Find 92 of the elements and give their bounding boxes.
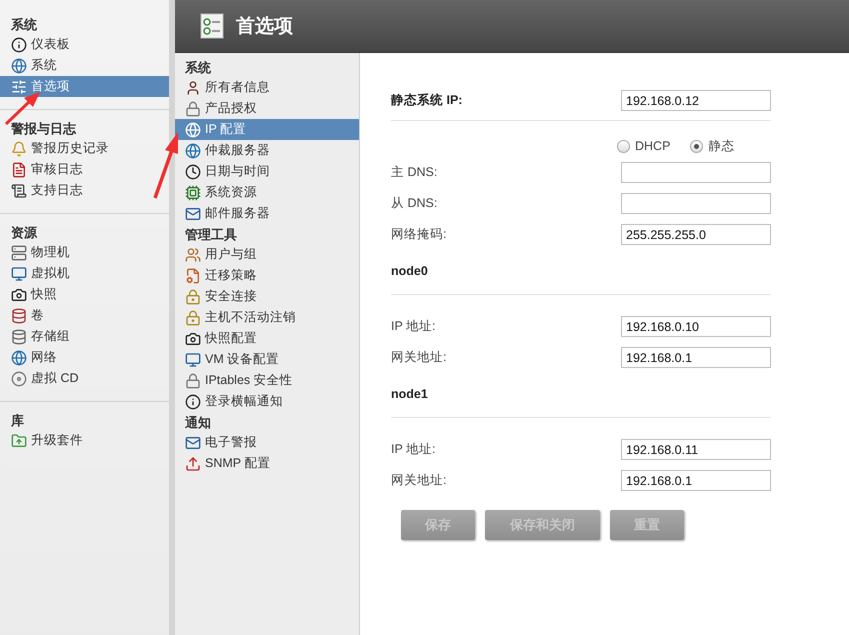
menu-item[interactable]: IPtables 安全性	[175, 370, 359, 391]
menu-item[interactable]: 邮件服务器	[175, 203, 359, 224]
menu-item[interactable]: 系统资源	[175, 182, 359, 203]
menu-item[interactable]: 仲裁服务器	[175, 140, 359, 161]
field-label: 主 DNS:	[391, 164, 438, 181]
info-icon	[185, 394, 201, 410]
section-heading: 库	[10, 412, 25, 430]
menu-item[interactable]: 快照	[0, 284, 169, 305]
bell-icon	[11, 140, 27, 156]
annotation-arrow	[153, 132, 178, 199]
storage-icon	[11, 328, 27, 344]
server-icon	[11, 244, 27, 260]
section-heading: 资源	[10, 224, 38, 242]
field-label: 网关地址:	[391, 472, 446, 489]
menu-item[interactable]: 存储组	[0, 326, 169, 347]
input-field[interactable]: 192.168.0.1	[621, 470, 771, 491]
menu-item[interactable]: 警报历史记录	[0, 138, 169, 159]
menu-item[interactable]: 首选项	[0, 76, 169, 97]
menu-item[interactable]: 日期与时间	[175, 161, 359, 182]
node-heading: node1	[391, 387, 429, 403]
input-field[interactable]: 255.255.255.0	[621, 224, 771, 245]
menu-item[interactable]: 迁移策略	[175, 265, 359, 286]
lock-icon	[185, 310, 201, 326]
input-field[interactable]: 192.168.0.12	[621, 90, 771, 111]
field-label: 从 DNS:	[391, 195, 438, 212]
scroll-icon	[11, 182, 27, 198]
menu-item[interactable]: SNMP 配置	[175, 453, 359, 474]
monitor-icon	[11, 266, 27, 282]
field-label: 静态系统 IP:	[391, 92, 462, 109]
globe-icon	[11, 58, 27, 74]
menu-item[interactable]: 产品授权	[175, 98, 359, 119]
menu-item[interactable]: 审核日志	[0, 159, 169, 180]
input-field[interactable]: 192.168.0.10	[621, 316, 771, 337]
preferences-icon	[11, 78, 27, 94]
menu-item[interactable]: IP 配置	[175, 119, 359, 140]
camera-icon	[185, 330, 201, 346]
field-label: IP 地址:	[391, 441, 436, 458]
field-label: 网关地址:	[391, 349, 446, 366]
menu-item[interactable]: 卷	[0, 305, 169, 326]
section-heading: 通知	[184, 414, 212, 432]
preferences-icon	[200, 13, 224, 39]
radio-option[interactable]: DHCP	[617, 139, 670, 153]
lock-icon	[185, 288, 201, 304]
info-icon	[11, 36, 27, 52]
menu-item[interactable]: 快照配置	[175, 328, 359, 349]
mail-icon	[185, 206, 201, 222]
volume-icon	[11, 308, 27, 324]
globe-icon	[185, 142, 201, 158]
menu-item[interactable]: 安全连接	[175, 286, 359, 307]
menu-item[interactable]: 升级套件	[0, 430, 169, 451]
globe-icon	[11, 350, 27, 366]
field-label: IP 地址:	[391, 318, 436, 335]
input-field[interactable]: 192.168.0.11	[621, 439, 771, 460]
menu-item[interactable]: 用户与组	[175, 244, 359, 265]
globe-icon	[185, 122, 201, 138]
users-icon	[185, 246, 201, 262]
menu-item[interactable]: 仪表板	[0, 34, 169, 55]
menu-item[interactable]: 电子警报	[175, 432, 359, 453]
menu-item[interactable]: 虚拟机	[0, 263, 169, 284]
person-icon	[185, 80, 201, 96]
lock-icon	[185, 100, 201, 116]
input-field[interactable]	[621, 162, 771, 183]
menu-item[interactable]: 系统	[0, 55, 169, 76]
menu-item[interactable]: 网络	[0, 347, 169, 368]
upload-icon	[185, 456, 201, 472]
menu-item[interactable]: 主机不活动注销	[175, 307, 359, 328]
section-heading: 系统	[184, 59, 212, 77]
camera-icon	[11, 286, 27, 302]
node-heading: node0	[391, 264, 429, 280]
section-heading: 系统	[10, 16, 38, 34]
input-field[interactable]: 192.168.0.1	[621, 347, 771, 368]
document-icon	[185, 268, 201, 284]
menu-item[interactable]: 支持日志	[0, 180, 169, 201]
mail-icon	[185, 434, 201, 450]
clock-icon	[185, 164, 201, 180]
input-field[interactable]	[621, 193, 771, 214]
disc-icon	[11, 370, 27, 386]
radio-option[interactable]: 静态	[690, 138, 734, 154]
monitor-icon	[185, 352, 201, 368]
page-title: 首选项	[236, 15, 293, 39]
menu-item[interactable]: 登录横幅通知	[175, 391, 359, 412]
lock-icon	[185, 372, 201, 388]
log-icon	[11, 162, 27, 178]
chip-icon	[185, 184, 201, 200]
folder-upload-icon	[11, 432, 27, 448]
menu-item[interactable]: 虚拟 CD	[0, 368, 169, 389]
menu-item[interactable]: VM 设备配置	[175, 349, 359, 370]
menu-item[interactable]: 所有者信息	[175, 77, 359, 98]
section-heading: 警报与日志	[10, 120, 78, 138]
field-label: 网络掩码:	[391, 226, 446, 243]
section-heading: 管理工具	[184, 226, 238, 244]
menu-item[interactable]: 物理机	[0, 242, 169, 263]
